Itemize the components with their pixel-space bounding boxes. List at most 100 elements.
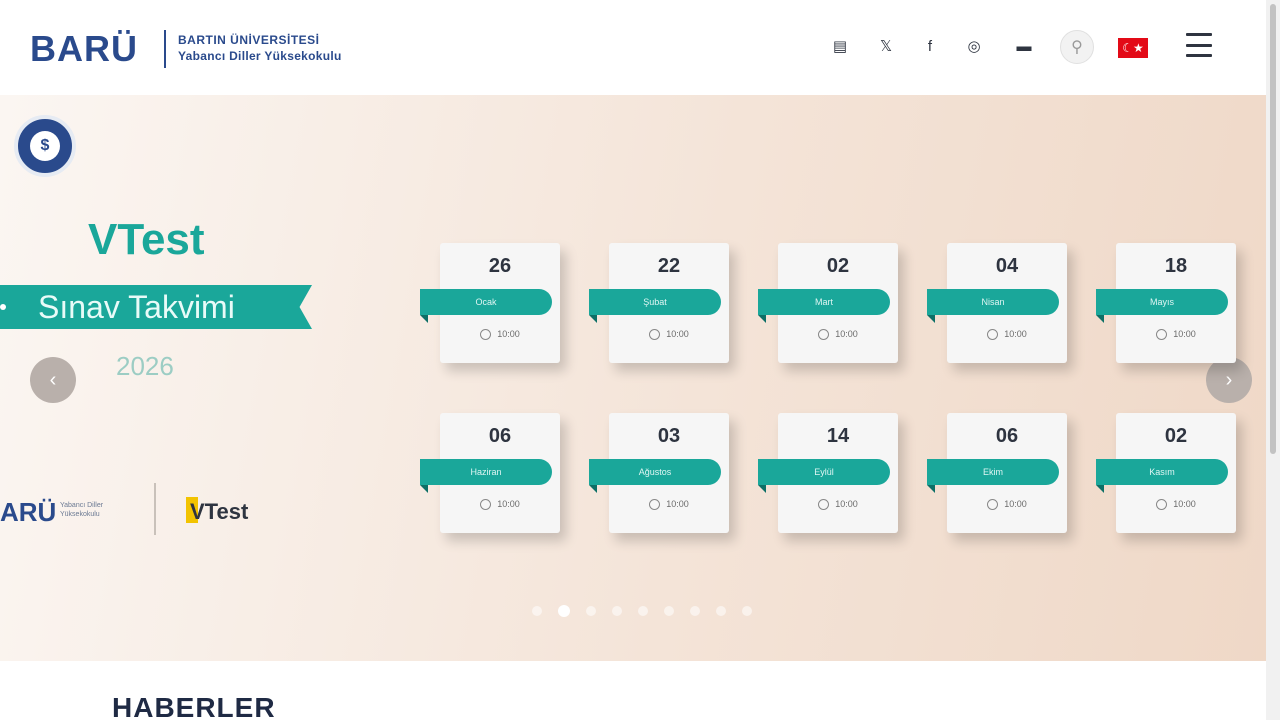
x-icon[interactable]: 𝕏 [876, 36, 896, 56]
hero-slider: $ VTest Sınav Takvimi 2026 ‹ › ARÜ Yaban… [0, 95, 1266, 661]
card-time-value: 10:00 [1173, 329, 1196, 339]
card-month: Kasım [1096, 459, 1228, 485]
calendar-card[interactable]: 02 Kasım 10:00 [1096, 413, 1236, 533]
card-day: 26 [488, 255, 512, 277]
clock-icon [1156, 329, 1168, 341]
instagram-icon[interactable]: ◎ [964, 36, 984, 56]
clock-icon [480, 329, 492, 341]
footer-vtest-logo: VTest [190, 499, 249, 524]
pagination-dot[interactable] [716, 606, 726, 616]
card-month: Haziran [420, 459, 552, 485]
card-time-value: 10:00 [1004, 499, 1027, 509]
vtest-badge-icon: $ [14, 115, 76, 177]
calendar-card[interactable]: 04 Nisan 10:00 [927, 243, 1067, 363]
prev-slide-button[interactable]: ‹ [30, 357, 76, 403]
email-icon[interactable]: ▤ [830, 36, 850, 56]
clock-icon [1156, 499, 1168, 511]
card-time: 10:00 [947, 329, 1067, 341]
menu-bar [1186, 33, 1212, 36]
news-section-title: HABERLER [112, 692, 276, 723]
page-scrollbar[interactable] [1266, 0, 1280, 720]
footer-baru-logo: ARÜ [0, 497, 57, 527]
next-slide-button[interactable]: › [1206, 357, 1252, 403]
pagination-dot[interactable] [690, 606, 700, 616]
band-fold [758, 315, 766, 323]
card-month: Ekim [927, 459, 1059, 485]
card-time: 10:00 [1116, 329, 1236, 341]
card-time-value: 10:00 [1004, 329, 1027, 339]
exam-calendar-ribbon: Sınav Takvimi [0, 285, 312, 329]
band-fold [420, 485, 428, 493]
site-header: BARÜ BARTIN ÜNİVERSİTESİ Yabancı Diller … [0, 0, 1266, 95]
logo-school-name: Yabancı Diller Yüksekokulu [178, 49, 342, 63]
pagination-dot[interactable] [664, 606, 674, 616]
card-time: 10:00 [609, 329, 729, 341]
band-fold [1096, 485, 1104, 493]
logo-university-name: BARTIN ÜNİVERSİTESİ [178, 33, 320, 47]
calendar-card[interactable]: 06 Haziran 10:00 [420, 413, 560, 533]
card-time: 10:00 [778, 499, 898, 511]
hero-year: 2026 [116, 351, 174, 381]
card-day: 02 [826, 255, 850, 277]
card-time-value: 10:00 [666, 499, 689, 509]
calendar-card[interactable]: 14 Eylül 10:00 [758, 413, 898, 533]
card-day: 04 [995, 255, 1019, 277]
calendar-card[interactable]: 02 Mart 10:00 [758, 243, 898, 363]
pagination-dot[interactable] [612, 606, 622, 616]
calendar-card[interactable]: 06 Ekim 10:00 [927, 413, 1067, 533]
clock-icon [818, 329, 830, 341]
card-month: Şubat [589, 289, 721, 315]
pagination-dot[interactable] [638, 606, 648, 616]
slider-pagination [532, 605, 752, 617]
card-month: Mayıs [1096, 289, 1228, 315]
menu-icon[interactable] [1186, 33, 1212, 57]
clock-icon [480, 499, 492, 511]
calendar-card[interactable]: 26 Ocak 10:00 [420, 243, 560, 363]
card-time-value: 10:00 [835, 499, 858, 509]
footer-divider [154, 483, 156, 535]
card-day: 22 [657, 255, 681, 277]
card-time: 10:00 [609, 499, 729, 511]
pagination-dot[interactable] [558, 605, 570, 617]
accessibility-icon[interactable]: ⚲ [1060, 30, 1094, 64]
turkish-flag-icon[interactable]: ☾★ [1118, 38, 1148, 58]
badge-symbol: $ [30, 131, 60, 161]
band-fold [420, 315, 428, 323]
pagination-dot[interactable] [532, 606, 542, 616]
clock-icon [649, 499, 661, 511]
card-time-value: 10:00 [1173, 499, 1196, 509]
scrollbar-thumb[interactable] [1270, 4, 1276, 454]
card-time-value: 10:00 [666, 329, 689, 339]
band-fold [589, 315, 597, 323]
band-fold [758, 485, 766, 493]
card-day: 03 [657, 425, 681, 447]
band-fold [1096, 315, 1104, 323]
band-fold [927, 485, 935, 493]
band-fold [589, 485, 597, 493]
card-month: Ağustos [589, 459, 721, 485]
pagination-dot[interactable] [742, 606, 752, 616]
calendar-card[interactable]: 03 Ağustos 10:00 [589, 413, 729, 533]
card-day: 02 [1164, 425, 1188, 447]
card-month: Eylül [758, 459, 890, 485]
card-time: 10:00 [778, 329, 898, 341]
card-time: 10:00 [440, 329, 560, 341]
clock-icon [987, 499, 999, 511]
card-time-value: 10:00 [835, 329, 858, 339]
card-day: 14 [826, 425, 850, 447]
baru-logo[interactable]: BARÜ [30, 28, 138, 70]
clock-icon [987, 329, 999, 341]
card-month: Mart [758, 289, 890, 315]
card-day: 18 [1164, 255, 1188, 277]
card-time-value: 10:00 [497, 329, 520, 339]
calendar-card[interactable]: 22 Şubat 10:00 [589, 243, 729, 363]
facebook-icon[interactable]: f [920, 36, 940, 56]
calendar-card[interactable]: 18 Mayıs 10:00 [1096, 243, 1236, 363]
youtube-icon[interactable]: ▬ [1014, 36, 1034, 56]
ribbon-dot [0, 304, 6, 310]
card-time: 10:00 [947, 499, 1067, 511]
pagination-dot[interactable] [586, 606, 596, 616]
clock-icon [818, 499, 830, 511]
band-fold [927, 315, 935, 323]
card-time: 10:00 [440, 499, 560, 511]
